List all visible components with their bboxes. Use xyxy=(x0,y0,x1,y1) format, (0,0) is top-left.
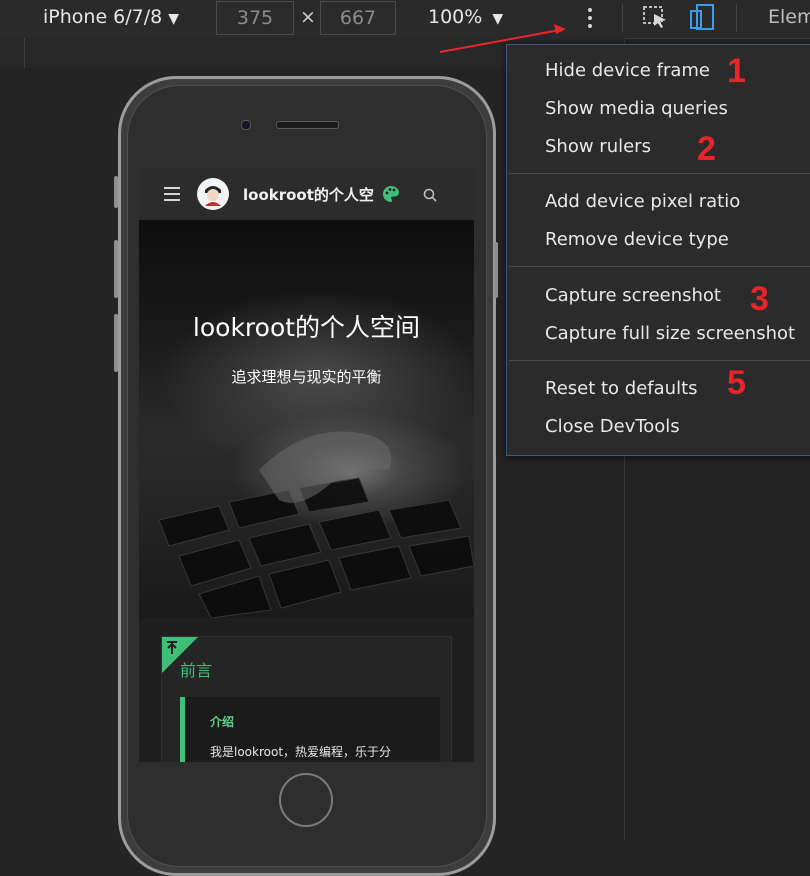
menu-item-remove-device-type[interactable]: Remove device type xyxy=(545,229,729,250)
menu-item-show-media-queries[interactable]: Show media queries xyxy=(545,98,728,119)
annotation-number: 3 xyxy=(750,280,769,318)
hamburger-icon[interactable] xyxy=(164,187,180,201)
menu-divider xyxy=(509,173,810,174)
phone-side-button xyxy=(114,314,118,372)
hero-title: lookroot的个人空间 xyxy=(192,313,421,342)
menu-item-reset-to-defaults[interactable]: Reset to defaults xyxy=(545,378,698,399)
post-card[interactable]: 前言 介绍 我是lookroot，热爱编程，乐于分 xyxy=(161,636,452,762)
search-icon[interactable] xyxy=(423,187,437,206)
hero-subtitle: 追求理想与现实的平衡 xyxy=(231,368,382,386)
annotation-number: 1 xyxy=(727,52,746,90)
menu-item-show-rulers[interactable]: Show rulers xyxy=(545,136,651,157)
keyboard-photo xyxy=(158,431,474,618)
device-options-menu: Hide device frame Show media queries Sho… xyxy=(506,44,810,456)
phone-camera xyxy=(241,120,251,130)
emulated-screen[interactable]: lookroot的个人空 lookroot的个人空间 追求理想与现实的平衡 前言… xyxy=(139,168,474,762)
avatar[interactable] xyxy=(197,178,229,210)
phone-side-button xyxy=(494,242,498,298)
zoom-select[interactable]: 100% ▼ xyxy=(428,6,503,28)
site-title[interactable]: lookroot的个人空 xyxy=(243,184,374,205)
chevron-down-icon: ▼ xyxy=(168,11,180,27)
section-title[interactable]: 前言 xyxy=(180,657,212,681)
toolbar-divider xyxy=(736,4,737,32)
zoom-select-label: 100% xyxy=(428,6,483,28)
menu-item-capture-full-size-screenshot[interactable]: Capture full size screenshot xyxy=(545,323,795,344)
inspect-element-icon[interactable] xyxy=(643,6,669,34)
tab-elements[interactable]: Elem xyxy=(768,6,810,28)
menu-item-capture-screenshot[interactable]: Capture screenshot xyxy=(545,285,721,306)
height-input[interactable]: 667 xyxy=(320,1,396,35)
site-header: lookroot的个人空 xyxy=(139,168,474,220)
phone-side-button xyxy=(114,176,118,208)
intro-text: 我是lookroot，热爱编程，乐于分 xyxy=(210,745,392,759)
phone-speaker xyxy=(276,121,339,129)
dimension-separator: × xyxy=(300,6,316,28)
toolbar-divider xyxy=(622,4,623,32)
device-toolbar: iPhone 6/7/8 ▼ 375 × 667 100% ▼ Elem xyxy=(0,0,810,39)
menu-item-close-devtools[interactable]: Close DevTools xyxy=(545,416,680,437)
intro-label: 介绍 xyxy=(210,715,235,729)
device-select-label: iPhone 6/7/8 xyxy=(43,6,163,28)
content-area: 前言 介绍 我是lookroot，热爱编程，乐于分 xyxy=(139,618,474,762)
menu-divider xyxy=(509,266,810,267)
menu-item-hide-device-frame[interactable]: Hide device frame xyxy=(545,60,710,81)
annotation-number: 5 xyxy=(727,364,746,402)
device-toolbar-icon[interactable] xyxy=(689,3,717,35)
phone-home-button xyxy=(279,773,333,827)
device-select[interactable]: iPhone 6/7/8 ▼ xyxy=(43,6,179,28)
phone-side-button xyxy=(114,240,118,298)
intro-blockquote: 介绍 我是lookroot，热爱编程，乐于分 xyxy=(180,697,440,762)
palette-icon[interactable] xyxy=(382,185,400,207)
menu-item-add-device-pixel-ratio[interactable]: Add device pixel ratio xyxy=(545,191,740,212)
kebab-menu-icon[interactable] xyxy=(582,5,598,31)
menu-divider xyxy=(509,360,810,361)
width-input[interactable]: 375 xyxy=(216,1,294,35)
hero-banner: lookroot的个人空间 追求理想与现实的平衡 xyxy=(139,220,474,618)
chevron-down-icon: ▼ xyxy=(492,11,504,27)
annotation-number: 2 xyxy=(697,130,716,168)
